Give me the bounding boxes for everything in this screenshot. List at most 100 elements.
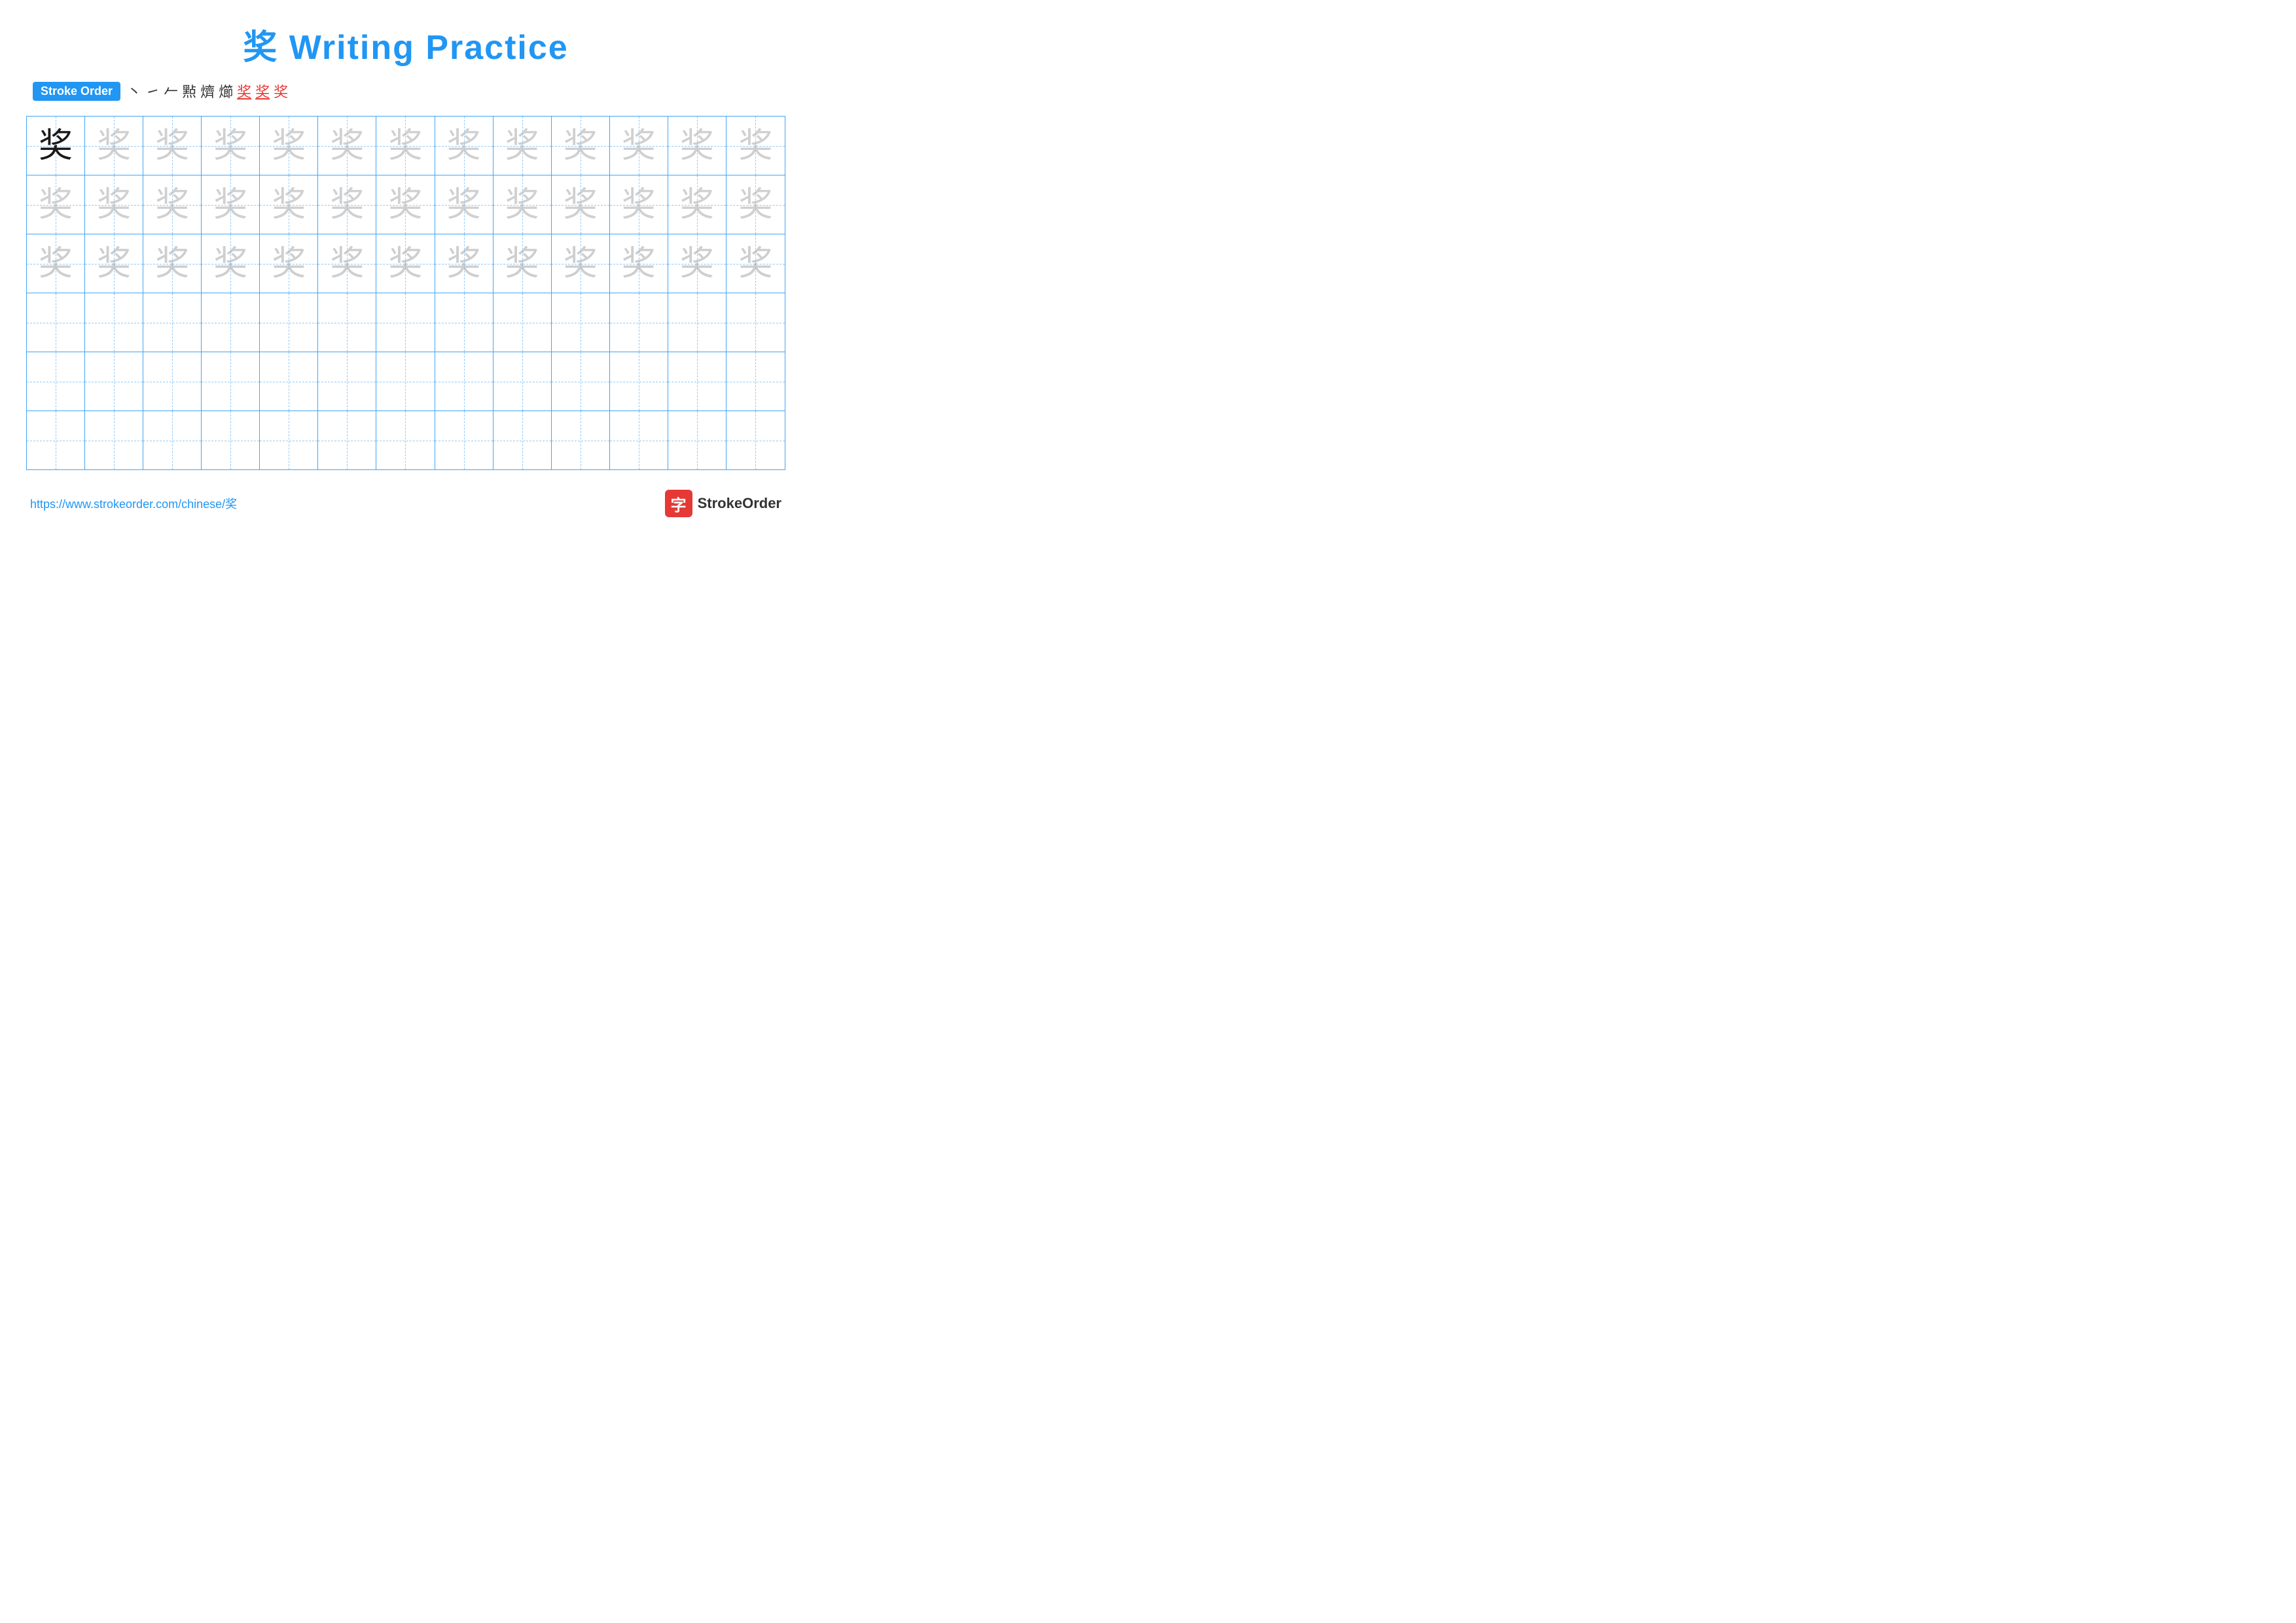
- grid-cell-4-5[interactable]: [260, 293, 318, 352]
- grid-cell-4-8[interactable]: [435, 293, 493, 352]
- grid-cell-3-13[interactable]: 奖: [726, 234, 785, 293]
- grid-cell-3-10[interactable]: 奖: [552, 234, 610, 293]
- grid-cell-4-10[interactable]: [552, 293, 610, 352]
- grid-cell-4-7[interactable]: [376, 293, 435, 352]
- grid-cell-4-11[interactable]: [610, 293, 668, 352]
- grid-cell-1-4[interactable]: 奖: [202, 117, 260, 175]
- grid-cell-2-5[interactable]: 奖: [260, 175, 318, 234]
- grid-cell-1-1[interactable]: 奖: [27, 117, 85, 175]
- char-light: 奖: [272, 129, 306, 163]
- grid-cell-5-5[interactable]: [260, 352, 318, 410]
- char-light: 奖: [680, 129, 714, 163]
- grid-cell-2-4[interactable]: 奖: [202, 175, 260, 234]
- grid-cell-2-1[interactable]: 奖: [27, 175, 85, 234]
- grid-cell-5-9[interactable]: [493, 352, 552, 410]
- grid-cell-3-7[interactable]: 奖: [376, 234, 435, 293]
- grid-cell-2-6[interactable]: 奖: [318, 175, 376, 234]
- stroke-step-7: 奖: [237, 81, 251, 101]
- grid-cell-5-11[interactable]: [610, 352, 668, 410]
- grid-cell-4-13[interactable]: [726, 293, 785, 352]
- grid-cell-5-12[interactable]: [668, 352, 726, 410]
- char-light: 奖: [738, 188, 772, 222]
- grid-cell-5-3[interactable]: [143, 352, 202, 410]
- char-light: 奖: [505, 129, 539, 163]
- grid-cell-4-1[interactable]: [27, 293, 85, 352]
- grid-cell-6-11[interactable]: [610, 411, 668, 469]
- grid-cell-4-4[interactable]: [202, 293, 260, 352]
- stroke-step-5: 㸄: [200, 81, 215, 101]
- grid-cell-1-9[interactable]: 奖: [493, 117, 552, 175]
- grid-cell-4-6[interactable]: [318, 293, 376, 352]
- grid-cell-1-11[interactable]: 奖: [610, 117, 668, 175]
- grid-cell-3-12[interactable]: 奖: [668, 234, 726, 293]
- grid-cell-5-6[interactable]: [318, 352, 376, 410]
- writing-grid: 奖 奖 奖 奖 奖 奖 奖 奖 奖 奖 奖 奖 奖 奖 奖 奖 奖 奖 奖 奖 …: [26, 116, 785, 470]
- stroke-step-2: ㇀: [145, 81, 160, 101]
- grid-cell-6-3[interactable]: [143, 411, 202, 469]
- char-dark: 奖: [39, 129, 73, 163]
- grid-cell-6-6[interactable]: [318, 411, 376, 469]
- char-medium: 奖: [622, 247, 656, 281]
- stroke-step-6: 㸅: [219, 81, 233, 101]
- char-light: 奖: [447, 129, 481, 163]
- grid-cell-1-7[interactable]: 奖: [376, 117, 435, 175]
- grid-cell-3-5[interactable]: 奖: [260, 234, 318, 293]
- stroke-step-1: 丶: [127, 81, 141, 101]
- grid-cell-2-12[interactable]: 奖: [668, 175, 726, 234]
- grid-cell-3-2[interactable]: 奖: [85, 234, 143, 293]
- grid-cell-5-10[interactable]: [552, 352, 610, 410]
- footer-url[interactable]: https://www.strokeorder.com/chinese/奖: [30, 495, 237, 512]
- grid-cell-2-2[interactable]: 奖: [85, 175, 143, 234]
- grid-cell-2-10[interactable]: 奖: [552, 175, 610, 234]
- grid-cell-1-10[interactable]: 奖: [552, 117, 610, 175]
- grid-cell-5-13[interactable]: [726, 352, 785, 410]
- grid-cell-6-12[interactable]: [668, 411, 726, 469]
- grid-cell-4-2[interactable]: [85, 293, 143, 352]
- grid-cell-2-13[interactable]: 奖: [726, 175, 785, 234]
- grid-cell-5-2[interactable]: [85, 352, 143, 410]
- grid-row-2: 奖 奖 奖 奖 奖 奖 奖 奖 奖 奖 奖 奖 奖: [27, 175, 785, 234]
- grid-cell-3-8[interactable]: 奖: [435, 234, 493, 293]
- grid-cell-6-13[interactable]: [726, 411, 785, 469]
- grid-cell-5-4[interactable]: [202, 352, 260, 410]
- grid-cell-1-3[interactable]: 奖: [143, 117, 202, 175]
- grid-cell-6-4[interactable]: [202, 411, 260, 469]
- grid-cell-1-5[interactable]: 奖: [260, 117, 318, 175]
- grid-cell-1-12[interactable]: 奖: [668, 117, 726, 175]
- grid-cell-5-8[interactable]: [435, 352, 493, 410]
- char-light: 奖: [213, 129, 247, 163]
- grid-cell-2-11[interactable]: 奖: [610, 175, 668, 234]
- grid-cell-2-8[interactable]: 奖: [435, 175, 493, 234]
- char-light: 奖: [388, 188, 422, 222]
- grid-cell-1-13[interactable]: 奖: [726, 117, 785, 175]
- char-medium: 奖: [39, 247, 73, 281]
- char-light: 奖: [738, 129, 772, 163]
- grid-cell-3-9[interactable]: 奖: [493, 234, 552, 293]
- grid-cell-6-1[interactable]: [27, 411, 85, 469]
- grid-cell-6-8[interactable]: [435, 411, 493, 469]
- stroke-steps: 丶 ㇀ 𠂉 㸃 㸄 㸅 奖 奖 奖: [127, 81, 288, 101]
- grid-cell-3-3[interactable]: 奖: [143, 234, 202, 293]
- grid-cell-3-4[interactable]: 奖: [202, 234, 260, 293]
- grid-cell-4-3[interactable]: [143, 293, 202, 352]
- grid-cell-1-8[interactable]: 奖: [435, 117, 493, 175]
- grid-cell-2-3[interactable]: 奖: [143, 175, 202, 234]
- grid-cell-6-2[interactable]: [85, 411, 143, 469]
- grid-cell-3-11[interactable]: 奖: [610, 234, 668, 293]
- grid-cell-1-2[interactable]: 奖: [85, 117, 143, 175]
- char-light: 奖: [505, 188, 539, 222]
- grid-cell-2-7[interactable]: 奖: [376, 175, 435, 234]
- grid-cell-3-1[interactable]: 奖: [27, 234, 85, 293]
- grid-cell-4-12[interactable]: [668, 293, 726, 352]
- grid-cell-6-10[interactable]: [552, 411, 610, 469]
- grid-cell-6-7[interactable]: [376, 411, 435, 469]
- grid-cell-5-7[interactable]: [376, 352, 435, 410]
- grid-cell-5-1[interactable]: [27, 352, 85, 410]
- grid-cell-6-9[interactable]: [493, 411, 552, 469]
- grid-cell-3-6[interactable]: 奖: [318, 234, 376, 293]
- grid-cell-2-9[interactable]: 奖: [493, 175, 552, 234]
- grid-cell-1-6[interactable]: 奖: [318, 117, 376, 175]
- grid-cell-4-9[interactable]: [493, 293, 552, 352]
- grid-cell-6-5[interactable]: [260, 411, 318, 469]
- brand-icon: 字: [665, 490, 692, 517]
